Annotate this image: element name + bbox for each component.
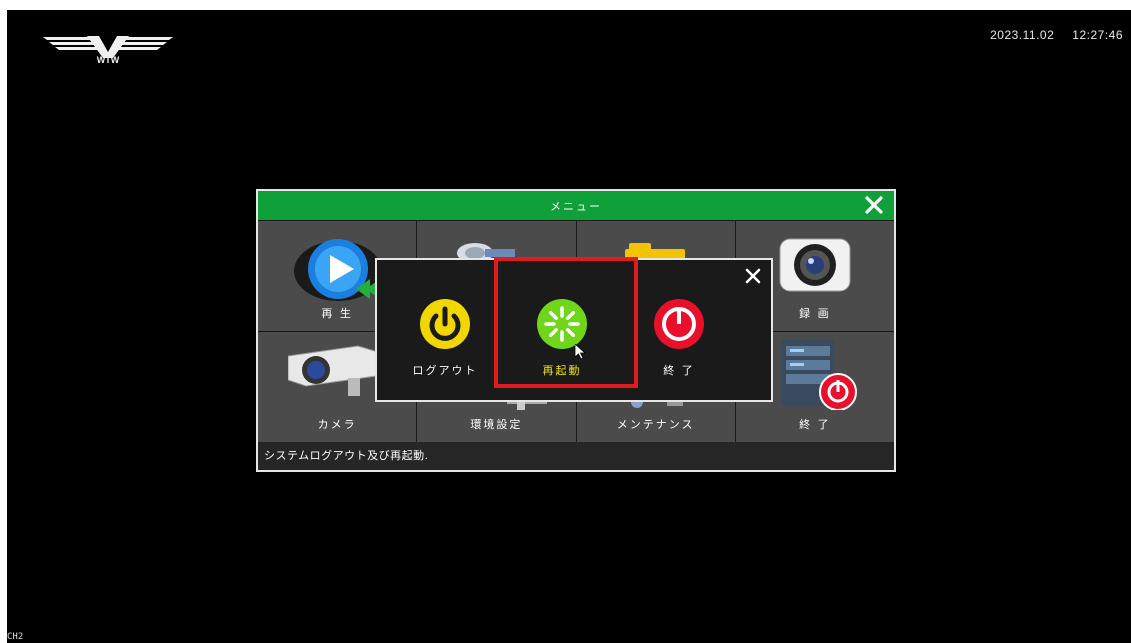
menu-tile-label: メンテナンス <box>616 418 695 431</box>
datetime-display: 2023.11.02 12:27:46 <box>990 28 1123 42</box>
mouse-cursor-icon <box>575 344 587 360</box>
menu-status-bar: システムログアウト及び再起動. <box>258 442 894 467</box>
dvr-screen: WTW 2023.11.02 12:27:46 CH2 メニュー 再 生 録 画… <box>7 10 1131 643</box>
time-text: 12:27:46 <box>1072 28 1123 42</box>
record-camera-icon <box>779 238 851 292</box>
logout-option[interactable]: ログアウト <box>385 260 505 400</box>
close-icon[interactable] <box>745 268 761 284</box>
close-icon[interactable] <box>864 195 884 215</box>
menu-tile-label: 再 生 <box>321 307 353 320</box>
server-shutdown-icon <box>781 340 857 410</box>
playback-icon <box>294 239 382 301</box>
svg-text:WTW: WTW <box>97 55 120 64</box>
menu-title-bar: メニュー <box>258 191 894 220</box>
option-label: ログアウト <box>412 364 478 377</box>
menu-tile-label: 終 了 <box>799 418 831 431</box>
power-dialog: ログアウト 再起動 終 了 <box>375 257 773 402</box>
menu-tile-label: 環境設定 <box>470 418 523 431</box>
wtw-logo: WTW <box>43 36 173 64</box>
option-label: 終 了 <box>663 364 695 377</box>
channel-label: CH2 <box>7 632 24 642</box>
menu-tile-label: 録 画 <box>799 307 831 320</box>
selection-highlight <box>494 257 638 388</box>
logout-power-icon <box>420 299 470 349</box>
date-text: 2023.11.02 <box>990 28 1055 42</box>
status-text: システムログアウト及び再起動. <box>264 448 429 462</box>
shutdown-icon <box>654 299 704 349</box>
security-camera-icon <box>288 345 378 396</box>
menu-tile-label: カメラ <box>317 418 357 431</box>
menu-title: メニュー <box>550 199 602 213</box>
